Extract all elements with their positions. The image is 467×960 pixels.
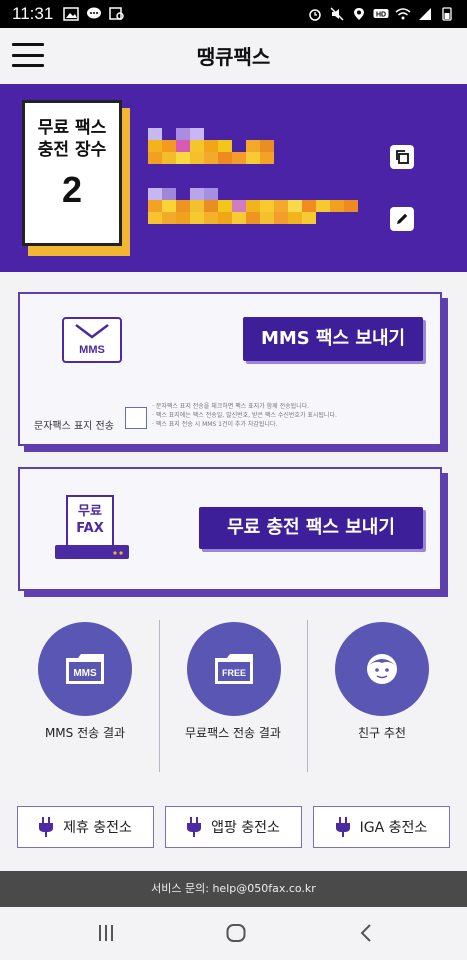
- mms-note: · 팩스 표지 전송 시 MMS 1건이 추가 차감됩니다.: [152, 421, 278, 428]
- fax-machine-base-icon: [55, 545, 129, 559]
- chat-icon: [87, 7, 102, 19]
- friend-invite-label: 친구 추천: [358, 726, 406, 740]
- station-label: 앱팡 충전소: [211, 820, 280, 836]
- mute-icon: [330, 7, 344, 21]
- free-fax-icon: 무료 FAX: [66, 495, 114, 549]
- svg-text:HD: HD: [376, 12, 386, 19]
- status-system-icons: HD: [307, 7, 455, 21]
- free-folder-text: FREE: [222, 668, 246, 678]
- mms-folder-text: MMS: [73, 668, 97, 679]
- iga-station-button[interactable]: IGA 충전소: [313, 806, 450, 848]
- status-time: 11:31: [12, 4, 54, 23]
- copy-icon[interactable]: [390, 145, 414, 169]
- mms-result-label: MMS 전송 결과: [44, 726, 126, 740]
- page-title: 땡큐팩스: [196, 45, 271, 69]
- count-card-label-1: 무료 팩스: [37, 118, 107, 138]
- edit-icon[interactable]: [390, 207, 414, 231]
- free-result-button[interactable]: FREE: [187, 622, 281, 716]
- app-bar: 땡큐팩스: [0, 28, 467, 84]
- cover-checkbox-label: 문자팩스 표지 전송: [34, 421, 114, 432]
- status-bar: 11:31 HD: [0, 0, 467, 28]
- footer-contact: 서비스 문의: help@050fax.co.kr: [0, 871, 467, 907]
- free-icon-line2: FAX: [76, 521, 104, 536]
- count-card-label-2: 충전 장수: [37, 140, 107, 160]
- free-icon-line1: 무료: [78, 504, 102, 519]
- mms-folder-icon: MMS: [66, 654, 104, 684]
- free-fax-send-button[interactable]: 무료 충전 팩스 보내기: [199, 507, 423, 549]
- recents-icon[interactable]: [96, 923, 116, 943]
- redacted-user-name: [148, 128, 298, 164]
- mms-result-button[interactable]: MMS: [38, 622, 132, 716]
- plug-icon: [39, 817, 54, 837]
- status-notification-icons: [63, 7, 125, 21]
- station-label: 제휴 충전소: [63, 820, 132, 836]
- station-label: IGA 충전소: [359, 820, 428, 836]
- location-icon: [354, 8, 364, 20]
- wifi-icon: [395, 8, 411, 20]
- system-nav-bar: [0, 907, 467, 960]
- signal-icon: [419, 8, 431, 20]
- free-folder-icon: FREE: [215, 654, 253, 684]
- free-fax-count: 2: [61, 169, 83, 210]
- gallery-search-icon: [109, 7, 125, 20]
- home-icon[interactable]: [225, 923, 247, 943]
- alarm-icon: [309, 9, 321, 21]
- mms-icon-label: MMS: [79, 344, 105, 356]
- mms-send-button[interactable]: MMS 팩스 보내기: [243, 317, 423, 361]
- divider: [307, 620, 308, 772]
- friend-face-icon: [367, 654, 397, 684]
- divider: [159, 620, 160, 772]
- partner-station-button[interactable]: 제휴 충전소: [17, 806, 154, 848]
- cover-checkbox[interactable]: [125, 407, 147, 429]
- mms-note: · 문자팩스 표지 전송을 체크하면 팩스 표지가 함께 전송됩니다.: [152, 403, 310, 410]
- redacted-user-id: [148, 188, 372, 224]
- free-fax-count-card: 무료 팩스 충전 장수 2: [22, 100, 122, 246]
- friend-invite-button[interactable]: [335, 622, 429, 716]
- plug-icon: [187, 817, 202, 837]
- results-area: MMS MMS 전송 결과 FREE 무료팩스 전송 결과 친구 추천: [0, 620, 467, 772]
- image-icon: [63, 7, 80, 21]
- mms-envelope-icon: MMS: [62, 317, 122, 363]
- hd-icon: HD: [373, 9, 389, 19]
- free-result-label: 무료팩스 전송 결과: [185, 726, 281, 740]
- mms-notes: · 문자팩스 표지 전송을 체크하면 팩스 표지가 함께 전송됩니다. · 팩스…: [152, 402, 392, 429]
- appang-station-button[interactable]: 앱팡 충전소: [165, 806, 302, 848]
- mms-note: · 팩스 표지에는 팩스 전송일, 발신번호, 받은 팩스 수신번호가 표시됩니…: [152, 412, 337, 419]
- plug-icon: [335, 817, 350, 837]
- battery-icon: [442, 7, 452, 21]
- back-icon[interactable]: [358, 923, 374, 943]
